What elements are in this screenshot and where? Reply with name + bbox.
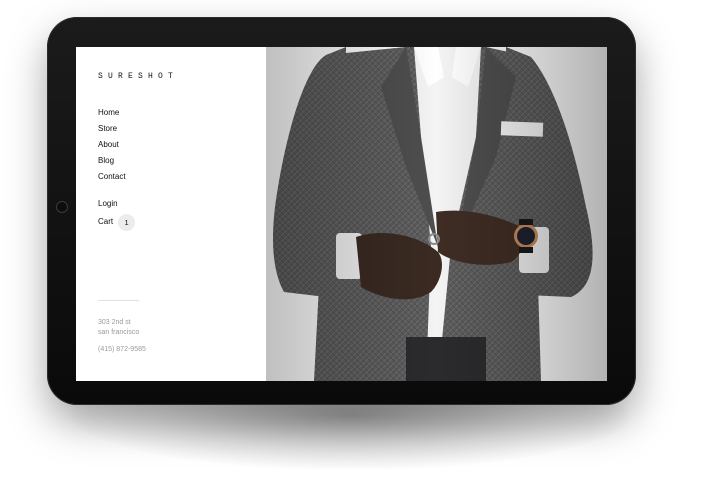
cart-label: Cart	[98, 217, 114, 226]
nav-item-blog[interactable]: Blog	[98, 153, 126, 169]
cart-count-badge: 1	[118, 213, 136, 231]
address-line-1: 303 2nd st	[98, 319, 131, 326]
nav-item-about[interactable]: About	[98, 137, 126, 153]
store-address: 303 2nd st san francisco	[98, 318, 139, 338]
nav-item-contact[interactable]: Contact	[98, 169, 126, 185]
site-logo[interactable]: SURESHOT	[98, 72, 178, 81]
home-button[interactable]	[56, 201, 68, 213]
website-screen: SURESHOT Home Store About Blog Contact L…	[76, 47, 607, 381]
hero-image	[266, 47, 607, 381]
account-links: Login Cart 1	[98, 196, 136, 231]
nav-item-home[interactable]: Home	[98, 105, 126, 121]
sidebar-divider	[98, 300, 139, 301]
cart-link[interactable]: Cart 1	[98, 213, 136, 231]
tablet-frame: SURESHOT Home Store About Blog Contact L…	[47, 17, 636, 405]
login-label: Login	[98, 199, 118, 208]
nav-item-store[interactable]: Store	[98, 121, 126, 137]
login-link[interactable]: Login	[98, 196, 135, 212]
phone-number[interactable]: (415) 872-9585	[98, 346, 146, 353]
address-line-2: san francisco	[98, 329, 140, 336]
main-nav: Home Store About Blog Contact	[98, 105, 126, 185]
